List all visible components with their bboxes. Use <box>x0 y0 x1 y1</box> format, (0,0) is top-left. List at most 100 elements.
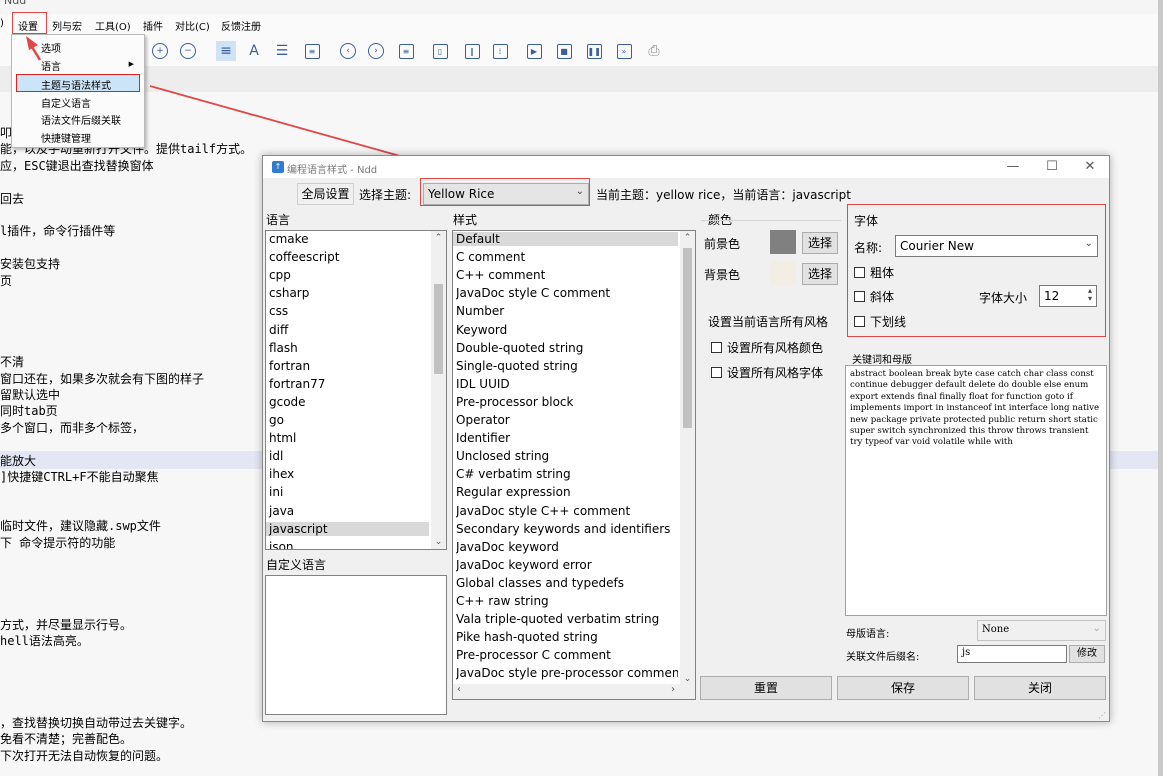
show-symbols-icon[interactable]: A <box>244 41 264 61</box>
background-swatch[interactable] <box>770 261 796 285</box>
style-item[interactable]: Secondary keywords and identifiers <box>456 522 678 536</box>
scroll-down-icon[interactable]: ⌄ <box>680 674 695 684</box>
language-item[interactable]: flash <box>269 341 429 355</box>
style-item[interactable]: C comment <box>456 250 678 264</box>
style-item[interactable]: Double-quoted string <box>456 341 678 355</box>
font-size-spinbox[interactable]: 12 ▴ ▾ <box>1039 285 1097 307</box>
style-item[interactable]: C# verbatim string <box>456 467 678 481</box>
pause-macro-icon[interactable]: ❚❚ <box>584 41 604 61</box>
style-item[interactable]: Pike hash-quoted string <box>456 630 678 644</box>
scroll-left-icon[interactable]: ‹ <box>457 684 461 695</box>
word-wrap-icon[interactable]: ≡ <box>216 41 236 61</box>
zoom-out-icon[interactable]: − <box>178 41 198 61</box>
style-item[interactable]: JavaDoc keyword <box>456 540 678 554</box>
next-icon[interactable]: › <box>366 41 386 61</box>
style-hscrollbar[interactable]: ‹ › <box>453 684 695 699</box>
style-item[interactable]: Identifier <box>456 431 678 445</box>
language-item[interactable]: fortran <box>269 359 429 373</box>
language-list[interactable]: cmake coffeescript cpp csharp css diff flash fo… <box>265 230 447 550</box>
document-map-icon[interactable]: ≡ <box>302 41 322 61</box>
font-name-select[interactable]: Courier New ⌄ <box>895 235 1098 257</box>
menu-item-language[interactable]: 语言 <box>41 58 61 73</box>
style-item[interactable]: JavaDoc style C comment <box>456 286 678 300</box>
maximize-icon[interactable]: ☐ <box>1042 159 1062 174</box>
select-background-button[interactable]: 选择 <box>802 263 838 285</box>
menu-item-shortcut-manager[interactable]: 快捷键管理 <box>41 130 91 145</box>
scroll-down-icon[interactable]: ⌄ <box>431 537 446 547</box>
split-compare-icon[interactable]: ‖ <box>462 41 482 61</box>
style-scrollbar[interactable]: ⌃ ⌄ <box>680 231 695 686</box>
style-item[interactable]: Single-quoted string <box>456 359 678 373</box>
menu-macro[interactable]: 列与宏 <box>52 18 82 33</box>
scroll-thumb[interactable] <box>683 248 692 428</box>
fast-forward-icon[interactable]: » <box>614 41 634 61</box>
menu-tools[interactable]: 工具(O) <box>95 18 131 33</box>
language-item[interactable]: ihex <box>269 467 429 481</box>
underline-checkbox[interactable]: 下划线 <box>854 313 906 330</box>
print-icon[interactable]: ⎙ <box>644 41 664 61</box>
reset-button[interactable]: 重置 <box>700 676 832 700</box>
style-item[interactable]: JavaDoc keyword error <box>456 558 678 572</box>
style-item[interactable]: JavaDoc style C++ comment <box>456 504 678 518</box>
style-item[interactable]: Regular expression <box>456 485 678 499</box>
scroll-up-icon[interactable]: ⌃ <box>431 233 446 243</box>
language-item[interactable]: go <box>269 413 429 427</box>
menu-item-custom-language[interactable]: 自定义语言 <box>41 95 91 110</box>
language-item[interactable]: diff <box>269 323 429 337</box>
language-item[interactable]: idl <box>269 449 429 463</box>
apply-all-color-checkbox[interactable]: 设置所有风格颜色 <box>711 339 823 356</box>
language-item[interactable]: gcode <box>269 395 429 409</box>
resize-grip-icon[interactable]: ⋰ <box>1098 711 1106 720</box>
menu-feedback[interactable]: 反馈注册 <box>221 18 261 33</box>
select-foreground-button[interactable]: 选择 <box>802 232 838 254</box>
italic-checkbox[interactable]: 斜体 <box>854 288 894 305</box>
custom-language-list[interactable] <box>265 575 447 715</box>
scroll-right-icon[interactable]: › <box>671 684 675 695</box>
menu-item-theme-syntax-style[interactable]: 主题与语法样式 <box>41 77 111 92</box>
menu-item-syntax-file-assoc[interactable]: 语法文件后缀关联 <box>41 112 121 127</box>
style-item[interactable]: Number <box>456 304 678 318</box>
language-item[interactable]: javascript <box>266 521 429 536</box>
style-item[interactable]: JavaDoc style pre-processor commen <box>456 666 678 680</box>
spin-arrows-icon[interactable]: ▴ ▾ <box>1088 287 1092 303</box>
style-item[interactable]: Vala triple-quoted verbatim string <box>456 612 678 626</box>
bold-checkbox[interactable]: 粗体 <box>854 264 894 281</box>
style-item[interactable]: Pre-processor block <box>456 395 678 409</box>
style-item[interactable]: Unclosed string <box>456 449 678 463</box>
style-item[interactable]: Pre-processor C comment <box>456 648 678 662</box>
language-item[interactable]: csharp <box>269 286 429 300</box>
language-scrollbar[interactable]: ⌃ ⌄ <box>431 231 446 549</box>
panel-icon[interactable]: ▯ <box>430 41 450 61</box>
zoom-in-icon[interactable]: + <box>150 41 170 61</box>
indent-guide-icon[interactable]: ☰ <box>272 41 292 61</box>
style-item[interactable]: Operator <box>456 413 678 427</box>
save-button[interactable]: 保存 <box>837 676 969 700</box>
style-item[interactable]: C++ raw string <box>456 594 678 608</box>
style-list[interactable]: Default C comment C++ comment JavaDoc style… <box>452 230 696 700</box>
scroll-thumb[interactable] <box>434 284 443 374</box>
menu-plugins[interactable]: 插件 <box>143 18 163 33</box>
menu-item-options[interactable]: 选项 <box>41 40 61 55</box>
style-item[interactable]: C++ comment <box>456 268 678 282</box>
language-item[interactable]: ini <box>269 485 429 499</box>
assoc-ext-input[interactable]: js <box>957 645 1067 663</box>
modify-button[interactable]: 修改 <box>1069 645 1105 663</box>
global-settings-button[interactable]: 全局设置 <box>297 183 354 205</box>
close-button[interactable]: 关闭 <box>974 676 1106 700</box>
stop-macro-icon[interactable]: ■ <box>554 41 574 61</box>
mother-language-select[interactable]: None ⌄ <box>977 620 1106 641</box>
language-item[interactable]: coffeescript <box>269 250 429 264</box>
apply-all-font-checkbox[interactable]: 设置所有风格字体 <box>711 364 823 381</box>
language-item[interactable]: cmake <box>269 232 429 246</box>
style-item[interactable]: Default <box>453 232 678 246</box>
language-item[interactable]: java <box>269 504 429 518</box>
language-item[interactable]: fortran77 <box>269 377 429 391</box>
minimize-icon[interactable]: — <box>1003 159 1023 174</box>
prev-icon[interactable]: ‹ <box>338 41 358 61</box>
binary-compare-icon[interactable]: ⁞ <box>490 41 510 61</box>
scroll-up-icon[interactable]: ⌃ <box>680 233 695 243</box>
style-item[interactable]: Keyword <box>456 323 678 337</box>
menu-compare[interactable]: 对比(C) <box>175 18 210 33</box>
language-item[interactable]: css <box>269 304 429 318</box>
language-item[interactable]: json <box>269 540 429 549</box>
